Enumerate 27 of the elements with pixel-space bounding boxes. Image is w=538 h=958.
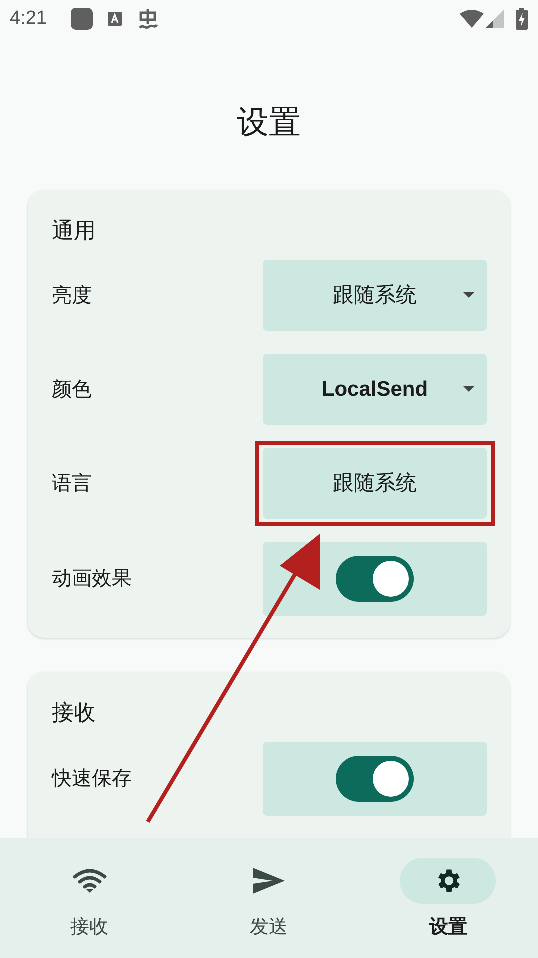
caret-icon xyxy=(463,386,475,392)
setting-label: 亮度 xyxy=(52,284,93,308)
setting-label: 语言 xyxy=(52,472,93,496)
section-title: 接收 xyxy=(52,699,97,727)
signal-icon xyxy=(486,10,504,28)
nav-label: 设置 xyxy=(429,916,468,940)
send-icon xyxy=(252,868,285,894)
status-time: 4:21 xyxy=(10,6,47,31)
nav-tab[interactable] xyxy=(400,858,496,904)
battery-icon xyxy=(516,8,528,30)
wifi-icon xyxy=(72,869,107,893)
language-button[interactable]: 跟随系统 xyxy=(263,448,487,519)
keyboard-icon xyxy=(106,11,123,27)
nav-label: 发送 xyxy=(250,916,288,940)
caret-icon xyxy=(463,292,475,298)
app-icon xyxy=(70,8,93,30)
setting-label: 动画效果 xyxy=(52,567,133,592)
toggle-switch[interactable] xyxy=(336,556,414,602)
setting-label: 颜色 xyxy=(52,378,93,402)
nav-label: 接收 xyxy=(70,916,109,940)
setting-label: 快速保存 xyxy=(52,767,133,792)
section-title: 通用 xyxy=(52,217,97,245)
toggle-switch[interactable] xyxy=(336,756,414,802)
wifi-icon xyxy=(460,10,484,28)
dropdown[interactable]: 跟随系统 xyxy=(263,260,487,331)
page-title: 设置 xyxy=(237,103,301,142)
dropdown[interactable]: LocalSend xyxy=(263,354,487,425)
